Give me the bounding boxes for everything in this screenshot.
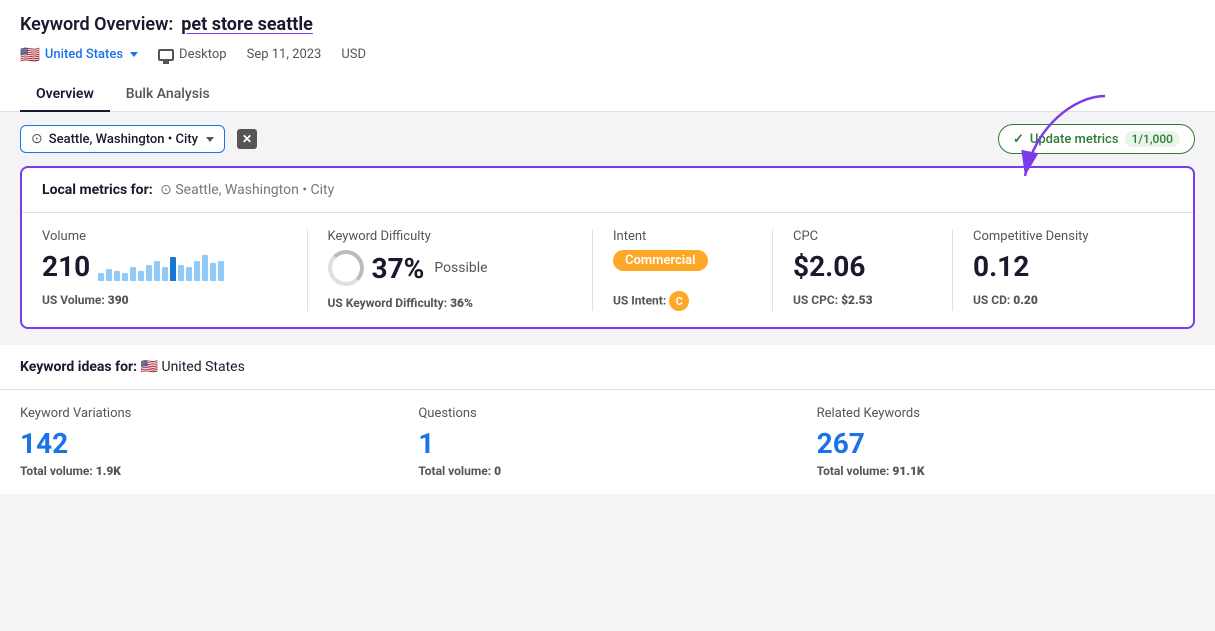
keyword-overview-label: Keyword Overview: xyxy=(20,14,173,35)
country-selector[interactable]: 🇺🇸 United States xyxy=(20,45,138,64)
keyword-ideas-body: Keyword Variations 142 Total volume: 1.9… xyxy=(0,390,1215,494)
update-metrics-label: Update metrics xyxy=(1030,132,1119,147)
location-filter[interactable]: ⊙ Seattle, Washington • City xyxy=(20,125,225,153)
device-label: Desktop xyxy=(179,47,227,62)
bar-4 xyxy=(122,273,128,281)
variations-value: 142 xyxy=(20,427,398,460)
volume-chart xyxy=(98,253,224,281)
location-pin-icon: ⊙ xyxy=(31,131,43,147)
kd-percentage: 37% xyxy=(372,252,425,285)
keyword-difficulty-metric: Keyword Difficulty 37% Possible US Keywo… xyxy=(328,229,594,311)
keyword-title: Keyword Overview: pet store seattle xyxy=(20,14,1195,35)
keyword-variations-col: Keyword Variations 142 Total volume: 1.9… xyxy=(20,406,418,478)
kd-value-row: 37% Possible xyxy=(328,250,573,286)
keyword-overview-value: pet store seattle xyxy=(181,14,313,35)
bar-16 xyxy=(218,261,224,281)
bar-14 xyxy=(202,255,208,281)
currency-label: USD xyxy=(341,47,366,62)
local-metrics-card: Local metrics for: ⊙ Seattle, Washington… xyxy=(20,166,1195,329)
bar-2 xyxy=(106,269,112,281)
update-metrics-button[interactable]: ✓ Update metrics 1/1,000 xyxy=(998,124,1195,154)
checkmark-icon: ✓ xyxy=(1013,132,1024,147)
related-value: 267 xyxy=(817,427,1195,460)
kd-qualifier: Possible xyxy=(434,260,487,276)
cd-value: 0.12 xyxy=(973,250,1153,283)
header-meta: 🇺🇸 United States Desktop Sep 11, 2023 US… xyxy=(20,45,1195,64)
related-label: Related Keywords xyxy=(817,406,1195,421)
country-chevron-icon xyxy=(130,52,138,57)
keyword-ideas-flag-icon: 🇺🇸 xyxy=(141,359,158,375)
kd-label: Keyword Difficulty xyxy=(328,229,573,244)
bar-9 xyxy=(162,267,168,281)
bar-8 xyxy=(154,261,160,281)
keyword-ideas-section: Keyword ideas for: 🇺🇸 United States Keyw… xyxy=(0,345,1215,494)
device-meta: Desktop xyxy=(158,47,227,62)
bar-7 xyxy=(146,265,152,281)
cpc-metric: CPC $2.06 US CPC: $2.53 xyxy=(793,229,953,311)
filter-bar: ⊙ Seattle, Washington • City ✕ ✓ Update … xyxy=(0,112,1215,166)
bar-11 xyxy=(178,265,184,281)
local-metrics-section: Local metrics for: ⊙ Seattle, Washington… xyxy=(0,166,1215,329)
keyword-ideas-label: Keyword ideas for: xyxy=(20,359,137,375)
location-filter-close-button[interactable]: ✕ xyxy=(237,129,257,149)
questions-col: Questions 1 Total volume: 0 xyxy=(418,406,816,478)
competitive-density-metric: Competitive Density 0.12 US CD: 0.20 xyxy=(973,229,1173,311)
kd-secondary: US Keyword Difficulty: 36% xyxy=(328,296,573,310)
intent-badge: Commercial xyxy=(613,250,708,271)
location-icon-small: ⊙ xyxy=(160,182,172,198)
bar-6 xyxy=(138,271,144,281)
bar-12 xyxy=(186,267,192,281)
country-label: United States xyxy=(45,47,123,62)
location-chevron-icon xyxy=(206,137,214,142)
intent-secondary: US Intent: C xyxy=(613,291,752,311)
volume-secondary: US Volume: 390 xyxy=(42,293,287,307)
bar-13 xyxy=(194,261,200,281)
kd-circle-icon xyxy=(328,250,364,286)
us-flag-icon: 🇺🇸 xyxy=(20,45,40,64)
us-intent-badge: C xyxy=(669,291,689,311)
tabs-nav: Overview Bulk Analysis xyxy=(20,78,1195,111)
cpc-label: CPC xyxy=(793,229,932,244)
local-metrics-location: ⊙ Seattle, Washington • City xyxy=(160,182,334,198)
volume-value-row: 210 xyxy=(42,250,287,283)
bar-10 xyxy=(170,257,176,281)
local-metrics-body: Volume 210 xyxy=(22,213,1193,327)
bar-3 xyxy=(114,271,120,281)
related-keywords-col: Related Keywords 267 Total volume: 91.1K xyxy=(817,406,1195,478)
bar-15 xyxy=(210,263,216,281)
currency-meta: USD xyxy=(341,47,366,62)
volume-value: 210 xyxy=(42,250,90,283)
bar-1 xyxy=(98,273,104,281)
date-meta: Sep 11, 2023 xyxy=(247,47,322,62)
location-filter-text: Seattle, Washington • City xyxy=(49,132,198,147)
keyword-ideas-header: Keyword ideas for: 🇺🇸 United States xyxy=(0,345,1215,390)
questions-secondary: Total volume: 0 xyxy=(418,464,796,478)
tab-overview[interactable]: Overview xyxy=(20,78,110,112)
volume-metric: Volume 210 xyxy=(42,229,308,311)
desktop-icon xyxy=(158,49,174,61)
variations-label: Keyword Variations xyxy=(20,406,398,421)
questions-label: Questions xyxy=(418,406,796,421)
header: Keyword Overview: pet store seattle 🇺🇸 U… xyxy=(0,0,1215,112)
page-wrapper: Keyword Overview: pet store seattle 🇺🇸 U… xyxy=(0,0,1215,494)
local-metrics-label: Local metrics for: xyxy=(42,182,153,198)
intent-label: Intent xyxy=(613,229,752,244)
volume-label: Volume xyxy=(42,229,287,244)
questions-value: 1 xyxy=(418,427,796,460)
intent-metric: Intent Commercial US Intent: C xyxy=(613,229,773,311)
cd-label: Competitive Density xyxy=(973,229,1153,244)
local-metrics-header: Local metrics for: ⊙ Seattle, Washington… xyxy=(22,168,1193,213)
tab-bulk-analysis[interactable]: Bulk Analysis xyxy=(110,78,226,112)
date-label: Sep 11, 2023 xyxy=(247,47,322,62)
cd-secondary: US CD: 0.20 xyxy=(973,293,1153,307)
keyword-ideas-country: United States xyxy=(162,359,245,375)
metrics-count-badge: 1/1,000 xyxy=(1125,131,1180,147)
variations-secondary: Total volume: 1.9K xyxy=(20,464,398,478)
related-secondary: Total volume: 91.1K xyxy=(817,464,1195,478)
bar-5 xyxy=(130,267,136,281)
cpc-secondary: US CPC: $2.53 xyxy=(793,293,932,307)
cpc-value: $2.06 xyxy=(793,250,932,283)
